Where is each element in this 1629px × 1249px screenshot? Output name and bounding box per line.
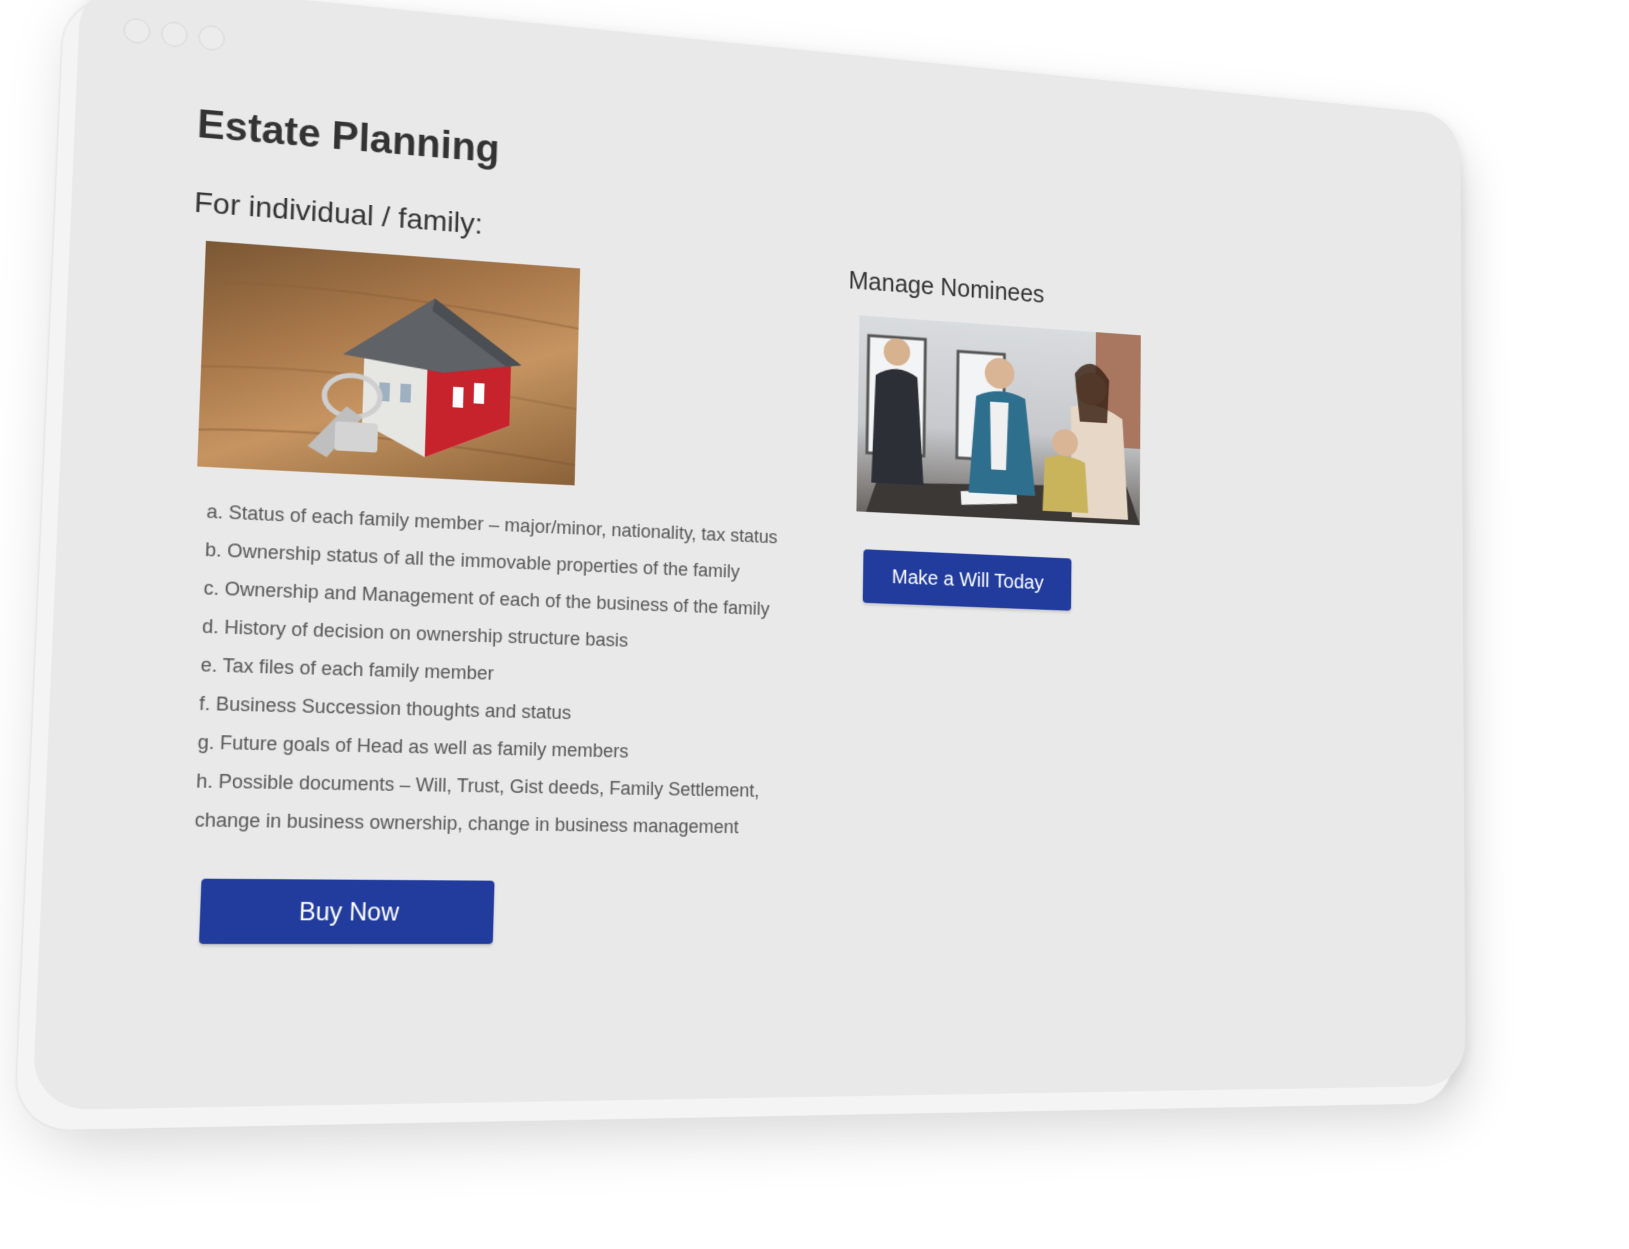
make-a-will-button[interactable]: Make a Will Today [862, 549, 1072, 611]
page-content: Estate Planning For individual / family: [160, 103, 1414, 1064]
nominees-section: Manage Nominees Make a Will Today [843, 267, 1301, 620]
buy-now-button[interactable]: Buy Now [198, 878, 495, 944]
requirements-list: a. Status of each family member – major/… [194, 492, 845, 846]
family-signing-image [856, 315, 1141, 526]
window-controls [123, 17, 226, 52]
page-title: Estate Planning [196, 102, 501, 172]
house-keys-image [197, 240, 581, 486]
family-signing-illustration [856, 315, 1141, 526]
close-window-dot-icon[interactable] [123, 17, 151, 45]
house-keys-illustration [197, 241, 580, 486]
individual-section: For individual / family: a. Status of ea… [165, 186, 849, 944]
browser-window: Estate Planning For individual / family: [31, 0, 1466, 1111]
stage: Estate Planning For individual / family: [0, 0, 1629, 1249]
maximize-window-dot-icon[interactable] [198, 24, 226, 52]
minimize-window-dot-icon[interactable] [160, 20, 189, 49]
